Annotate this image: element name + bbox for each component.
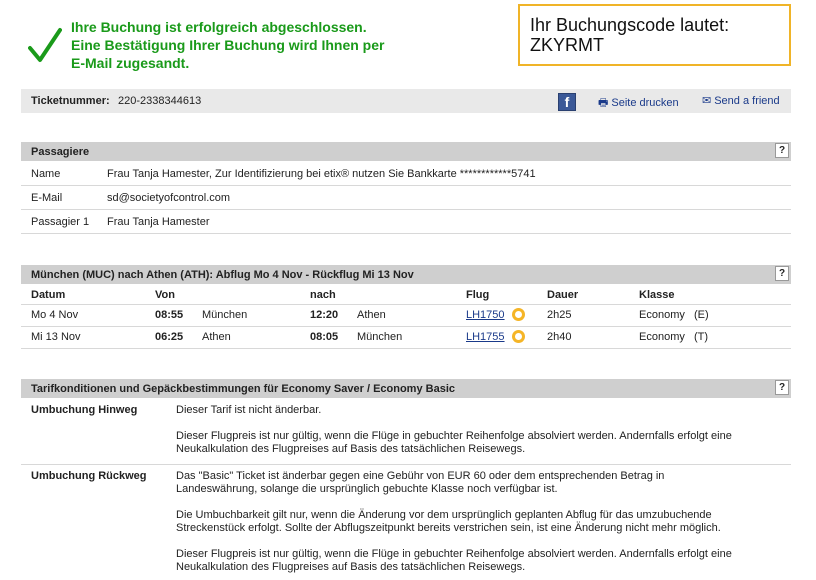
umbuchung-rueckweg-p2-line2: Streckenstück erfolgt. Sollte der Abflug… [176,522,721,534]
passenger-row-passenger1: Passagier 1 Frau Tanja Hamester [21,210,791,234]
booking-code-label: Ihr Buchungscode lautet: [530,15,730,35]
flight-class-code: (E) [694,309,709,321]
lufthansa-logo-icon [512,308,525,321]
tariff-title: Tarifkonditionen und Gepäckbestimmungen … [31,383,455,395]
flight-arr-city: München [357,331,403,343]
flight-dep-city: Athen [202,331,231,343]
flight-number-link[interactable]: LH1755 [466,331,505,343]
passengers-header: Passagiere ? [21,142,791,161]
passenger-value: Frau Tanja Hamester, Zur Identifizierung… [107,168,536,180]
umbuchung-rueckweg-label: Umbuchung Rückweg [31,470,147,482]
flight-dep-time: 08:55 [155,309,184,321]
flight-number-link[interactable]: LH1750 [466,309,505,321]
flight-class-code: (T) [694,331,709,343]
checkmark-icon [28,28,62,62]
passenger-key: E-Mail [31,192,63,204]
confirmation-line-1: Ihre Buchung ist erfolgreich abgeschloss… [71,19,367,35]
umbuchung-hinweg-p1: Dieser Tarif ist nicht änderbar. [176,404,322,416]
umbuchung-rueckweg-p1-line1: Das "Basic" Ticket ist änderbar gegen ei… [176,470,665,482]
flight-arr-time: 08:05 [310,331,339,343]
print-page-link[interactable]: 🖶 Seite drucken [598,94,679,113]
umbuchung-hinweg-p2-line1: Dieser Flugpreis ist nur gültig, wenn di… [176,430,732,442]
flights-header: München (MUC) nach Athen (ATH): Abflug M… [21,265,791,284]
passenger-row-name: Name Frau Tanja Hamester, Zur Identifizi… [21,162,791,186]
flight-date: Mo 4 Nov [31,309,79,321]
col-flug: Flug [466,289,490,301]
flights-title: München (MUC) nach Athen (ATH): Abflug M… [31,269,414,281]
confirmation-line-3: E-Mail zugesandt. [71,55,190,71]
ticket-number-value: 220-2338344613 [118,95,202,107]
umbuchung-hinweg-p2-line2: Neukalkulation des Flugpreises auf Basis… [176,443,526,455]
ticket-bar: Ticketnummer: 220-2338344613 f 🖶 Seite dr… [21,89,791,113]
flight-dep-city: München [202,309,248,321]
print-page-label: Seite drucken [611,97,679,109]
col-von: Von [155,289,175,301]
tariff-divider [21,464,791,465]
umbuchung-rueckweg-p3-line2: Neukalkulation des Flugpreises auf Basis… [176,561,526,573]
flight-arr-city: Athen [357,309,386,321]
umbuchung-hinweg-label: Umbuchung Hinweg [31,404,138,416]
passenger-row-email: E-Mail sd@societyofcontrol.com [21,186,791,210]
flight-row-return: Mi 13 Nov 06:25 Athen 08:05 München LH17… [21,327,791,349]
booking-code-box: Ihr Buchungscode lautet: ZKYRMT [518,4,791,66]
booking-code-value: ZKYRMT [530,35,604,55]
umbuchung-rueckweg-p2-line1: Die Umbuchbarkeit gilt nur, wenn die Änd… [176,509,712,521]
col-datum: Datum [31,289,66,301]
flight-class: Economy [639,309,685,321]
lufthansa-logo-icon [512,330,525,343]
send-a-friend-link[interactable]: ✉ Send a friend [702,94,780,107]
passenger-value: sd@societyofcontrol.com [107,192,231,204]
flights-table-header: Datum Von nach Flug Dauer Klasse [21,285,791,305]
flight-row-outbound: Mo 4 Nov 08:55 München 12:20 Athen LH175… [21,305,791,327]
passenger-value: Frau Tanja Hamester [107,216,210,228]
passenger-key: Passagier 1 [31,216,90,228]
flight-class: Economy [639,331,685,343]
flight-date: Mi 13 Nov [31,331,81,343]
flight-duration: 2h25 [547,309,572,321]
flight-arr-time: 12:20 [310,309,339,321]
confirmation-message: Ihre Buchung ist erfolgreich abgeschloss… [71,18,511,72]
passenger-key: Name [31,168,61,180]
col-dauer: Dauer [547,289,579,301]
umbuchung-rueckweg-p3-line1: Dieser Flugpreis ist nur gültig, wenn di… [176,548,732,560]
facebook-icon[interactable]: f [558,93,576,111]
umbuchung-rueckweg-p1-line2: Landeswährung, solange die ursprünglich … [176,483,558,495]
passengers-help-button[interactable]: ? [775,143,789,158]
printer-icon: 🖶 [598,97,609,109]
tariff-help-button[interactable]: ? [775,380,789,395]
ticket-number-label: Ticketnummer: [31,95,110,107]
flight-dep-time: 06:25 [155,331,184,343]
passengers-title: Passagiere [31,146,90,158]
send-a-friend-label: Send a friend [714,95,780,107]
tariff-header: Tarifkonditionen und Gepäckbestimmungen … [21,379,791,398]
confirmation-line-2: Eine Bestätigung Ihrer Buchung wird Ihne… [71,37,385,53]
flight-duration: 2h40 [547,331,572,343]
col-klasse: Klasse [639,289,675,301]
envelope-icon: ✉ [702,95,712,107]
col-nach: nach [310,289,336,301]
flights-help-button[interactable]: ? [775,266,789,281]
